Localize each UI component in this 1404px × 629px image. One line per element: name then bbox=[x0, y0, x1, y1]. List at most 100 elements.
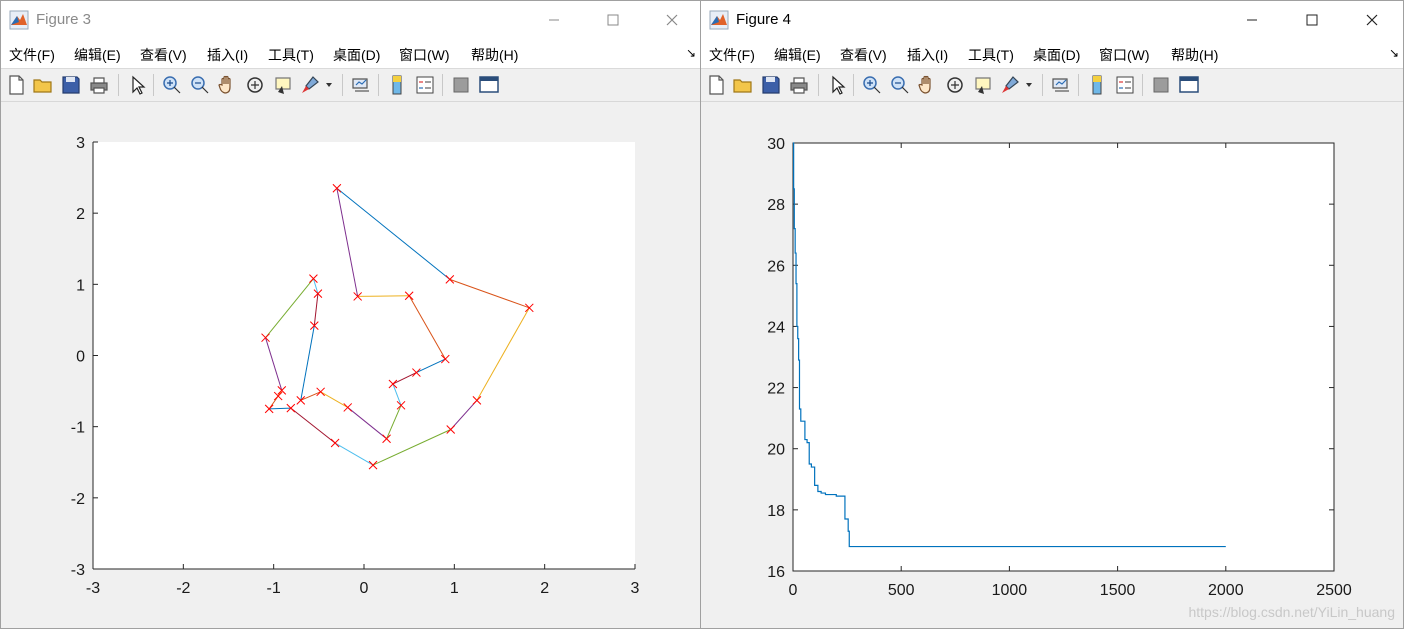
menu-edit[interactable]: 编辑(E) bbox=[74, 45, 121, 65]
menu-tools[interactable]: 工具(T) bbox=[968, 45, 1014, 65]
y-tick-label: 0 bbox=[76, 349, 85, 366]
y-tick-label: 2 bbox=[76, 206, 85, 223]
toolbar-separator bbox=[118, 74, 119, 96]
route-segment bbox=[269, 407, 291, 410]
menu-bar: 文件(F) 编辑(E) 查看(V) 插入(I) 工具(T) 桌面(D) 窗口(W… bbox=[701, 39, 1403, 69]
x-tick-label: 0 bbox=[789, 582, 798, 599]
zoom-in-icon[interactable] bbox=[861, 74, 883, 96]
show-plot-tools-icon[interactable] bbox=[1178, 74, 1200, 96]
maximize-button[interactable] bbox=[590, 1, 636, 39]
zoom-out-icon[interactable] bbox=[189, 74, 211, 96]
print-icon[interactable] bbox=[88, 74, 110, 96]
menu-tools[interactable]: 工具(T) bbox=[268, 45, 314, 65]
menu-insert[interactable]: 插入(I) bbox=[207, 45, 248, 65]
new-figure-icon[interactable] bbox=[5, 74, 27, 96]
menu-edit[interactable]: 编辑(E) bbox=[774, 45, 821, 65]
insert-colorbar-icon[interactable] bbox=[1086, 74, 1108, 96]
y-tick-label: 30 bbox=[767, 136, 785, 153]
minimize-icon bbox=[549, 19, 559, 21]
menu-help[interactable]: 帮助(H) bbox=[471, 45, 518, 65]
x-tick-label: 3 bbox=[631, 580, 640, 597]
watermark: https://blog.csdn.net/YiLin_huang bbox=[1188, 604, 1395, 620]
pan-icon[interactable] bbox=[216, 74, 238, 96]
y-tick-label: 20 bbox=[767, 442, 785, 459]
title-bar: Figure 3 bbox=[1, 1, 700, 39]
minimize-button[interactable] bbox=[1229, 1, 1275, 39]
print-icon[interactable] bbox=[788, 74, 810, 96]
axes-area bbox=[93, 142, 635, 569]
window-title: Figure 4 bbox=[736, 11, 792, 28]
edit-plot-icon[interactable] bbox=[126, 74, 148, 96]
zoom-out-icon[interactable] bbox=[889, 74, 911, 96]
link-plot-icon[interactable] bbox=[1050, 74, 1072, 96]
brush-icon[interactable] bbox=[999, 74, 1021, 96]
rotate-3d-icon[interactable] bbox=[944, 74, 966, 96]
menu-window[interactable]: 窗口(W) bbox=[399, 45, 450, 65]
menu-file[interactable]: 文件(F) bbox=[709, 45, 755, 65]
matlab-logo-icon bbox=[9, 10, 29, 30]
insert-legend-icon[interactable] bbox=[414, 74, 436, 96]
menu-view[interactable]: 查看(V) bbox=[140, 45, 187, 65]
show-plot-tools-icon[interactable] bbox=[478, 74, 500, 96]
y-tick-label: 1 bbox=[76, 277, 85, 294]
save-icon[interactable] bbox=[60, 74, 82, 96]
menu-insert[interactable]: 插入(I) bbox=[907, 45, 948, 65]
x-tick-label: 500 bbox=[888, 582, 915, 599]
close-button[interactable] bbox=[1349, 1, 1395, 39]
x-tick-label: -1 bbox=[267, 580, 281, 597]
route-segment bbox=[357, 295, 410, 297]
menu-dock-arrow-icon[interactable]: ↘ bbox=[1389, 46, 1399, 60]
zoom-in-icon[interactable] bbox=[161, 74, 183, 96]
toolbar-separator bbox=[1078, 74, 1079, 96]
matlab-logo-icon bbox=[709, 10, 729, 30]
hide-plot-tools-icon[interactable] bbox=[1150, 74, 1172, 96]
axes-area bbox=[792, 142, 1335, 572]
toolbar-separator bbox=[342, 74, 343, 96]
x-tick-label: 2 bbox=[540, 580, 549, 597]
open-file-icon[interactable] bbox=[732, 74, 754, 96]
y-tick-label: -3 bbox=[71, 562, 85, 579]
convergence-plot: 0 500 1000 1500 2000 2500 16 18 20 22 24 26 28 30 bbox=[767, 136, 1352, 599]
insert-legend-icon[interactable] bbox=[1114, 74, 1136, 96]
x-tick-label: 1 bbox=[450, 580, 459, 597]
menu-file[interactable]: 文件(F) bbox=[9, 45, 55, 65]
save-icon[interactable] bbox=[760, 74, 782, 96]
y-tick-label: 22 bbox=[767, 381, 785, 398]
menu-desktop[interactable]: 桌面(D) bbox=[1033, 45, 1080, 65]
menu-bar: 文件(F) 编辑(E) 查看(V) 插入(I) 工具(T) 桌面(D) 窗口(W… bbox=[1, 39, 700, 69]
edit-plot-icon[interactable] bbox=[826, 74, 848, 96]
hide-plot-tools-icon[interactable] bbox=[450, 74, 472, 96]
menu-dock-arrow-icon[interactable]: ↘ bbox=[686, 46, 696, 60]
window-title: Figure 3 bbox=[36, 11, 92, 28]
y-tick-label: -2 bbox=[71, 491, 85, 508]
menu-view[interactable]: 查看(V) bbox=[840, 45, 887, 65]
toolbar-separator bbox=[442, 74, 443, 96]
x-tick-label: 0 bbox=[360, 580, 369, 597]
tsp-route-plot: -3 -2 -1 0 1 2 3 -3 -2 -1 0 1 2 3 bbox=[71, 135, 640, 597]
insert-colorbar-icon[interactable] bbox=[386, 74, 408, 96]
x-tick-label: -2 bbox=[176, 580, 190, 597]
y-tick-label: 16 bbox=[767, 564, 785, 581]
link-plot-icon[interactable] bbox=[350, 74, 372, 96]
toolbar-separator bbox=[153, 74, 154, 96]
minimize-icon bbox=[1247, 19, 1257, 21]
rotate-3d-icon[interactable] bbox=[244, 74, 266, 96]
close-button[interactable] bbox=[649, 1, 695, 39]
brush-icon[interactable] bbox=[299, 74, 321, 96]
toolbar-separator bbox=[853, 74, 854, 96]
menu-help[interactable]: 帮助(H) bbox=[1171, 45, 1218, 65]
pan-icon[interactable] bbox=[916, 74, 938, 96]
x-tick-label: 2000 bbox=[1208, 582, 1244, 599]
data-cursor-icon[interactable] bbox=[272, 74, 294, 96]
menu-window[interactable]: 窗口(W) bbox=[1099, 45, 1150, 65]
data-cursor-icon[interactable] bbox=[972, 74, 994, 96]
maximize-button[interactable] bbox=[1289, 1, 1335, 39]
x-tick-label: -3 bbox=[86, 580, 100, 597]
minimize-button[interactable] bbox=[531, 1, 577, 39]
y-tick-label: 26 bbox=[767, 258, 785, 275]
maximize-icon bbox=[1306, 14, 1318, 26]
figure-toolbar bbox=[701, 69, 1403, 102]
menu-desktop[interactable]: 桌面(D) bbox=[333, 45, 380, 65]
new-figure-icon[interactable] bbox=[705, 74, 727, 96]
open-file-icon[interactable] bbox=[32, 74, 54, 96]
